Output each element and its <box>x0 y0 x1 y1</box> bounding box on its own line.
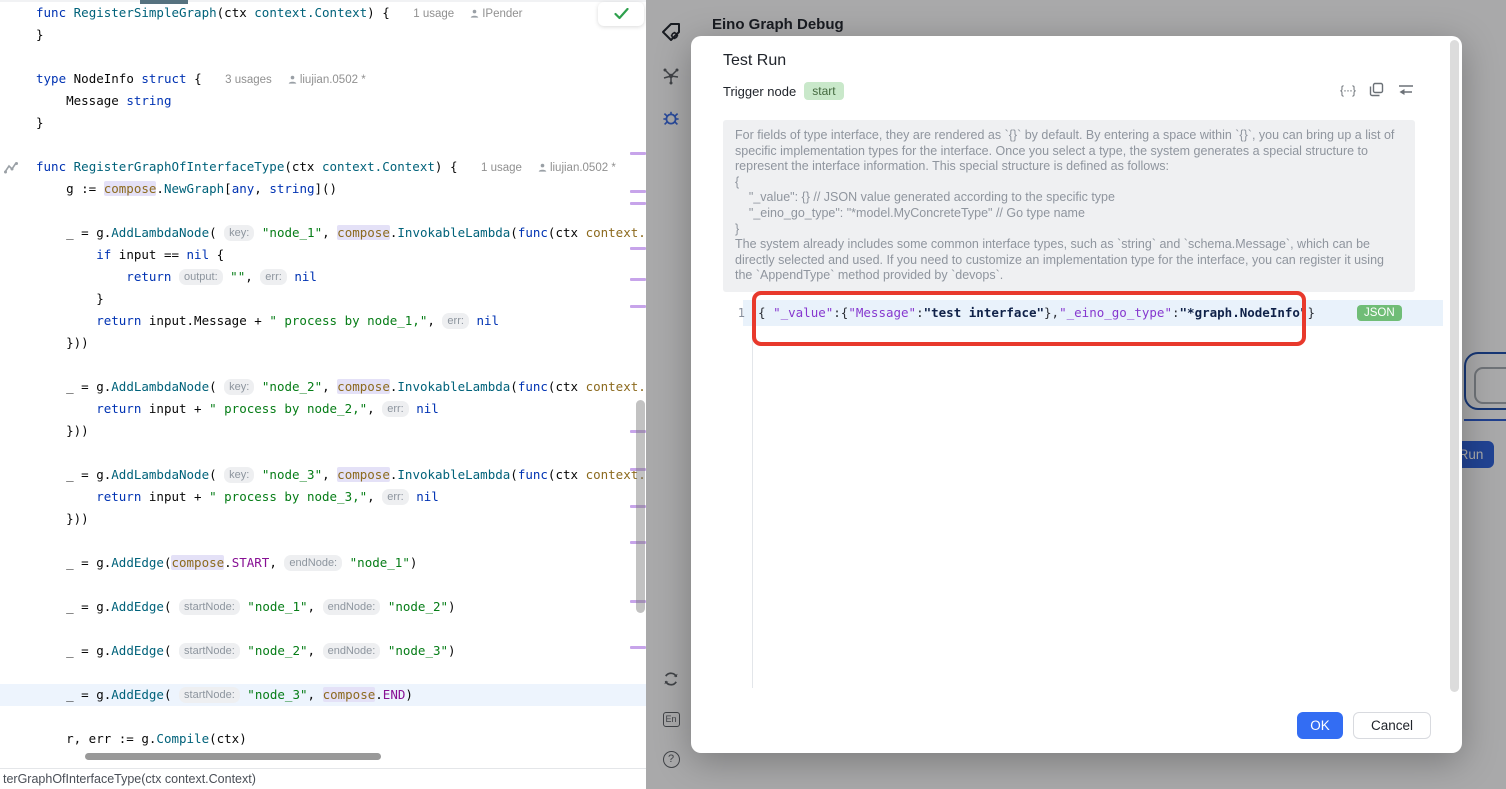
ok-button[interactable]: OK <box>1297 712 1343 739</box>
code-line[interactable]: func RegisterSimpleGraph(ctx context.Con… <box>0 2 646 24</box>
vcs-change-marker <box>630 152 646 155</box>
editor-vertical-scrollbar[interactable] <box>636 400 645 613</box>
json-editor-line-number: 1 <box>723 300 745 326</box>
code-line[interactable]: } <box>0 112 646 134</box>
code-line[interactable]: type NodeInfo struct { 3 usagesliujian.0… <box>0 68 646 90</box>
help-text-line: "_eino_go_type": "*model.MyConcreteType"… <box>735 206 1403 222</box>
code-line[interactable]: _ = g.AddEdge( startNode: "node_1", endN… <box>0 596 646 618</box>
vcs-change-marker <box>630 202 646 205</box>
code-line[interactable]: r, err := g.Compile(ctx) <box>0 728 646 750</box>
editor-toolbar: {···} <box>1340 82 1414 97</box>
test-run-dialog: Test Run Trigger node start {···} For fi… <box>691 36 1462 753</box>
json-type-badge: JSON <box>1357 305 1402 321</box>
code-line[interactable]: _ = g.AddEdge( startNode: "node_3", comp… <box>0 684 646 706</box>
mini-graph-icon <box>4 161 20 175</box>
code-line[interactable]: func RegisterGraphOfInterfaceType(ctx co… <box>0 156 646 178</box>
vcs-change-marker <box>630 305 646 308</box>
code-line[interactable]: Message string <box>0 90 646 112</box>
code-line[interactable]: } <box>0 24 646 46</box>
code-line[interactable] <box>0 46 646 68</box>
code-line[interactable] <box>0 134 646 156</box>
vcs-change-marker <box>630 646 646 649</box>
code-line[interactable]: if input == nil { <box>0 244 646 266</box>
code-line[interactable]: })) <box>0 508 646 530</box>
interface-help-text: For fields of type interface, they are r… <box>723 120 1415 292</box>
code-line[interactable] <box>0 662 646 684</box>
vcs-change-marker <box>630 190 646 193</box>
code-line[interactable] <box>0 442 646 464</box>
editor-horizontal-scrollbar[interactable] <box>85 753 381 760</box>
code-line[interactable]: _ = g.AddEdge(compose.START, endNode: "n… <box>0 552 646 574</box>
help-text-line: } <box>735 222 1403 238</box>
inspections-widget[interactable] <box>598 2 644 26</box>
code-lines[interactable]: func RegisterSimpleGraph(ctx context.Con… <box>0 2 646 750</box>
inspections-passed-icon <box>614 8 629 20</box>
trigger-node-badge: start <box>804 82 843 100</box>
annotation-highlight-box <box>752 291 1306 346</box>
help-text-line: "_value": {} // JSON value generated acc… <box>735 190 1403 206</box>
code-line[interactable]: })) <box>0 332 646 354</box>
help-text-line: For fields of type interface, they are r… <box>735 128 1403 175</box>
code-line[interactable]: _ = g.AddLambdaNode( key: "node_1", comp… <box>0 222 646 244</box>
eino-debug-panel: En ? Eino Graph Debug Run Test Run Trigg… <box>646 0 1506 789</box>
dialog-title: Test Run <box>723 52 786 70</box>
dialog-scrollbar[interactable] <box>1450 40 1459 692</box>
code-line[interactable]: _ = g.AddEdge( startNode: "node_2", endN… <box>0 640 646 662</box>
code-line[interactable]: return input.Message + " process by node… <box>0 310 646 332</box>
code-line[interactable] <box>0 530 646 552</box>
format-json-icon[interactable]: {···} <box>1340 83 1355 97</box>
code-line[interactable]: _ = g.AddLambdaNode( key: "node_3", comp… <box>0 464 646 486</box>
code-line[interactable] <box>0 354 646 376</box>
help-text-line: { <box>735 175 1403 191</box>
vcs-change-marker <box>630 247 646 250</box>
trigger-node-label: Trigger node <box>723 84 796 99</box>
code-line[interactable]: return output: "", err: nil <box>0 266 646 288</box>
code-line[interactable] <box>0 574 646 596</box>
code-line[interactable]: } <box>0 288 646 310</box>
code-editor[interactable]: func RegisterSimpleGraph(ctx context.Con… <box>0 0 646 789</box>
code-line[interactable]: return input + " process by node_3,", er… <box>0 486 646 508</box>
copy-icon[interactable] <box>1369 82 1384 97</box>
code-line[interactable]: })) <box>0 420 646 442</box>
breadcrumb[interactable]: terGraphOfInterfaceType(ctx context.Cont… <box>0 768 646 789</box>
json-editor-gutter-divider <box>752 300 753 688</box>
code-line[interactable] <box>0 618 646 640</box>
trigger-node-row: Trigger node start <box>723 82 844 100</box>
graph-run-gutter-icon[interactable] <box>4 161 20 175</box>
code-line[interactable] <box>0 706 646 728</box>
help-text-line: The system already includes some common … <box>735 237 1403 284</box>
code-line[interactable]: return input + " process by node_2,", er… <box>0 398 646 420</box>
screen: func RegisterSimpleGraph(ctx context.Con… <box>0 0 1506 789</box>
code-line[interactable]: g := compose.NewGraph[any, string]() <box>0 178 646 200</box>
vcs-change-marker <box>630 278 646 281</box>
cancel-button[interactable]: Cancel <box>1353 712 1431 739</box>
wrap-line-icon[interactable] <box>1398 83 1414 97</box>
code-line[interactable]: _ = g.AddLambdaNode( key: "node_2", comp… <box>0 376 646 398</box>
code-line[interactable] <box>0 200 646 222</box>
